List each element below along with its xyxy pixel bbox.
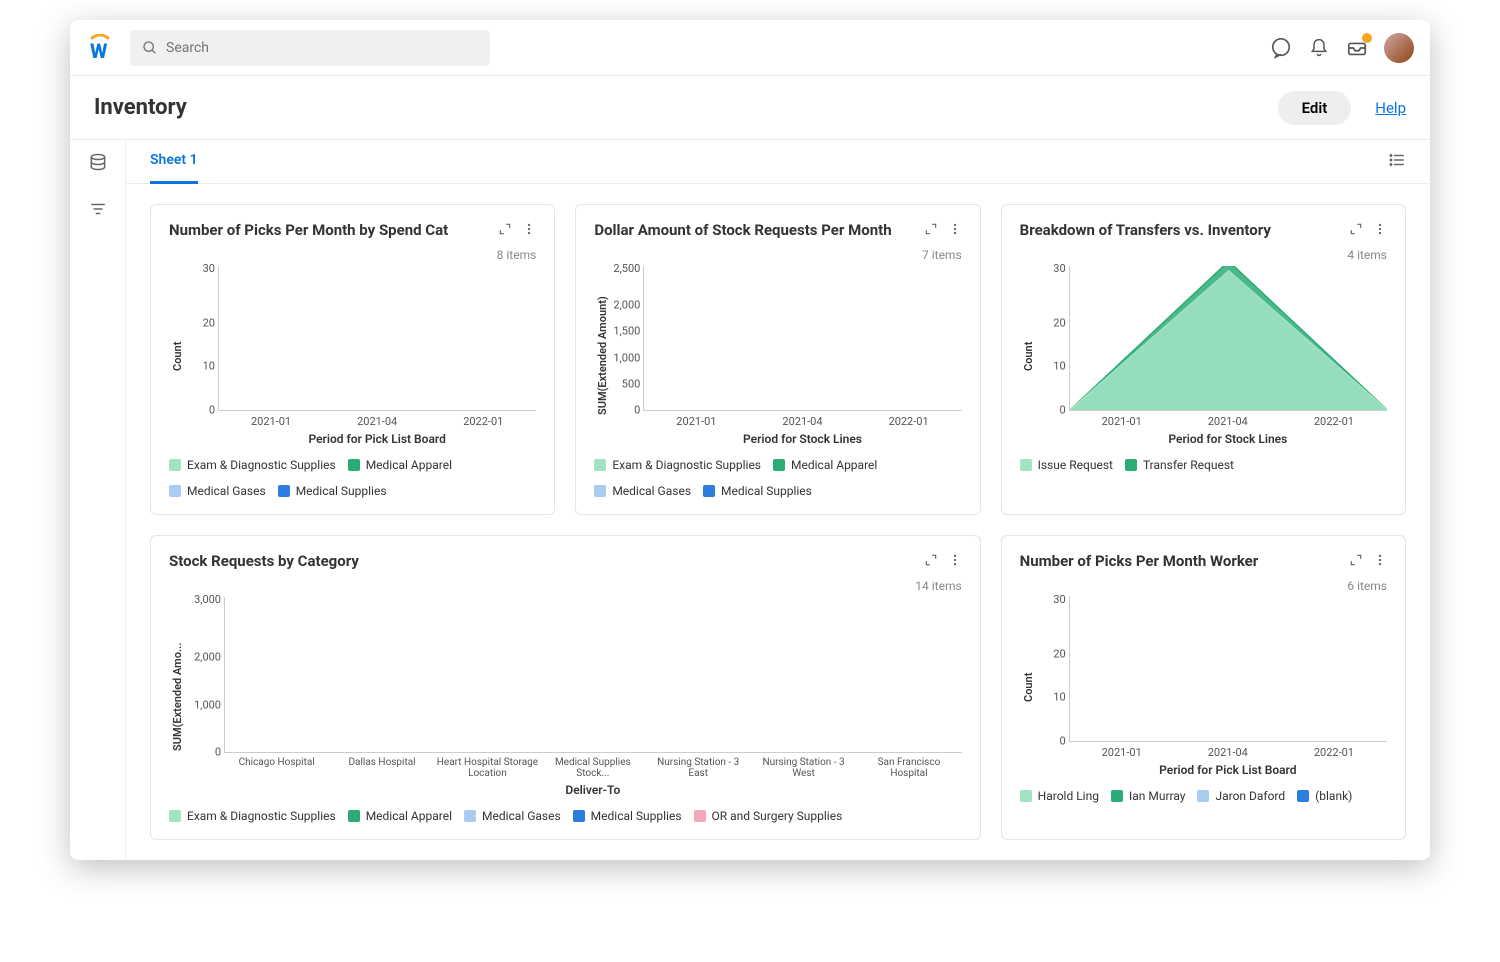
x-axis-label: Period for Pick List Board xyxy=(1069,763,1387,777)
left-rail xyxy=(70,140,126,860)
card-item-count: 4 items xyxy=(1020,248,1387,262)
x-axis-label: Deliver-To xyxy=(224,783,962,797)
legend: Exam & Diagnostic Supplies Medical Appare… xyxy=(169,458,536,498)
chart-picks-worker: Count 30201002021-012021-042022-01Period… xyxy=(1020,597,1387,777)
chart-stock-cat: SUM(Extended Amo... 3,0002,0001,0000Chic… xyxy=(169,597,962,797)
inbox-badge xyxy=(1362,33,1372,43)
card-item-count: 14 items xyxy=(169,579,962,593)
edit-button[interactable]: Edit xyxy=(1278,91,1352,125)
app-window: W Inventory Edit Help xyxy=(70,20,1430,860)
legend-item[interactable]: Transfer Request xyxy=(1125,458,1234,472)
legend-item[interactable]: Exam & Diagnostic Supplies xyxy=(594,458,761,472)
legend-item[interactable]: (blank) xyxy=(1297,789,1352,803)
dashboard-grid: Number of Picks Per Month by Spend Cat 8… xyxy=(126,184,1430,860)
legend-item[interactable]: Issue Request xyxy=(1020,458,1113,472)
search-input[interactable] xyxy=(166,40,478,56)
bell-icon[interactable] xyxy=(1308,37,1330,59)
card-dollar-stock: Dollar Amount of Stock Requests Per Mont… xyxy=(575,204,980,515)
legend-item[interactable]: Medical Gases xyxy=(594,484,691,498)
legend-item[interactable]: Medical Apparel xyxy=(348,458,452,472)
card-item-count: 6 items xyxy=(1020,579,1387,593)
legend-item[interactable]: OR and Surgery Supplies xyxy=(694,809,843,823)
legend-item[interactable]: Medical Gases xyxy=(464,809,561,823)
card-title: Breakdown of Transfers vs. Inventory xyxy=(1020,221,1349,239)
expand-icon[interactable] xyxy=(1349,221,1363,240)
legend-item[interactable]: Medical Apparel xyxy=(773,458,877,472)
card-title: Stock Requests by Category xyxy=(169,552,924,570)
card-title: Number of Picks Per Month Worker xyxy=(1020,552,1349,570)
chat-icon[interactable] xyxy=(1270,37,1292,59)
list-view-icon[interactable] xyxy=(1388,151,1406,173)
legend-item[interactable]: Exam & Diagnostic Supplies xyxy=(169,809,336,823)
filter-icon[interactable] xyxy=(89,200,107,222)
tab-row: Sheet 1 xyxy=(126,140,1430,184)
legend: Harold Ling Ian Murray Jaron Daford (blank) xyxy=(1020,789,1387,803)
inbox-icon[interactable] xyxy=(1346,37,1368,59)
legend-item[interactable]: Harold Ling xyxy=(1020,789,1099,803)
legend-item[interactable]: Medical Gases xyxy=(169,484,266,498)
more-icon[interactable] xyxy=(948,221,962,240)
expand-icon[interactable] xyxy=(498,221,512,240)
x-axis-label: Period for Stock Lines xyxy=(1069,432,1387,446)
more-icon[interactable] xyxy=(948,552,962,571)
legend-item[interactable]: Medical Supplies xyxy=(573,809,682,823)
legend: Issue Request Transfer Request xyxy=(1020,458,1387,472)
chart-picks-spend: Count 30201002021-012021-042022-01Period… xyxy=(169,266,536,446)
legend: Exam & Diagnostic Supplies Medical Appare… xyxy=(169,809,962,823)
legend-item[interactable]: Exam & Diagnostic Supplies xyxy=(169,458,336,472)
more-icon[interactable] xyxy=(1373,221,1387,240)
card-transfers: Breakdown of Transfers vs. Inventory 4 i… xyxy=(1001,204,1406,515)
search-icon xyxy=(142,40,158,56)
more-icon[interactable] xyxy=(1373,552,1387,571)
card-stock-cat: Stock Requests by Category 14 items SUM(… xyxy=(150,535,981,840)
main-content: Sheet 1 Number of Picks Per Month by Spe… xyxy=(126,140,1430,860)
workday-logo[interactable]: W xyxy=(86,34,114,62)
expand-icon[interactable] xyxy=(1349,552,1363,571)
chart-dollar-stock: SUM(Extended Amount) 2,5002,0001,5001,00… xyxy=(594,266,961,446)
legend-item[interactable]: Jaron Daford xyxy=(1197,789,1285,803)
page-title: Inventory xyxy=(94,95,187,120)
title-bar: Inventory Edit Help xyxy=(70,76,1430,140)
expand-icon[interactable] xyxy=(924,552,938,571)
help-link[interactable]: Help xyxy=(1375,99,1406,117)
x-axis-label: Period for Stock Lines xyxy=(643,432,961,446)
legend-item[interactable]: Medical Supplies xyxy=(278,484,387,498)
card-item-count: 8 items xyxy=(169,248,536,262)
legend: Exam & Diagnostic Supplies Medical Appare… xyxy=(594,458,961,498)
x-axis-label: Period for Pick List Board xyxy=(218,432,536,446)
card-title: Number of Picks Per Month by Spend Cat xyxy=(169,221,498,239)
card-picks-spend: Number of Picks Per Month by Spend Cat 8… xyxy=(150,204,555,515)
search-box[interactable] xyxy=(130,30,490,66)
legend-item[interactable]: Medical Supplies xyxy=(703,484,812,498)
tab-sheet1[interactable]: Sheet 1 xyxy=(150,140,198,184)
legend-item[interactable]: Medical Apparel xyxy=(348,809,452,823)
more-icon[interactable] xyxy=(522,221,536,240)
card-title: Dollar Amount of Stock Requests Per Mont… xyxy=(594,221,923,239)
legend-item[interactable]: Ian Murray xyxy=(1111,789,1186,803)
avatar[interactable] xyxy=(1384,33,1414,63)
expand-icon[interactable] xyxy=(924,221,938,240)
topbar: W xyxy=(70,20,1430,76)
chart-transfers: Count 30201002021-012021-042022-01Period… xyxy=(1020,266,1387,446)
svg-text:W: W xyxy=(90,39,108,62)
card-picks-worker: Number of Picks Per Month Worker 6 items… xyxy=(1001,535,1406,840)
data-source-icon[interactable] xyxy=(88,152,108,176)
card-item-count: 7 items xyxy=(594,248,961,262)
